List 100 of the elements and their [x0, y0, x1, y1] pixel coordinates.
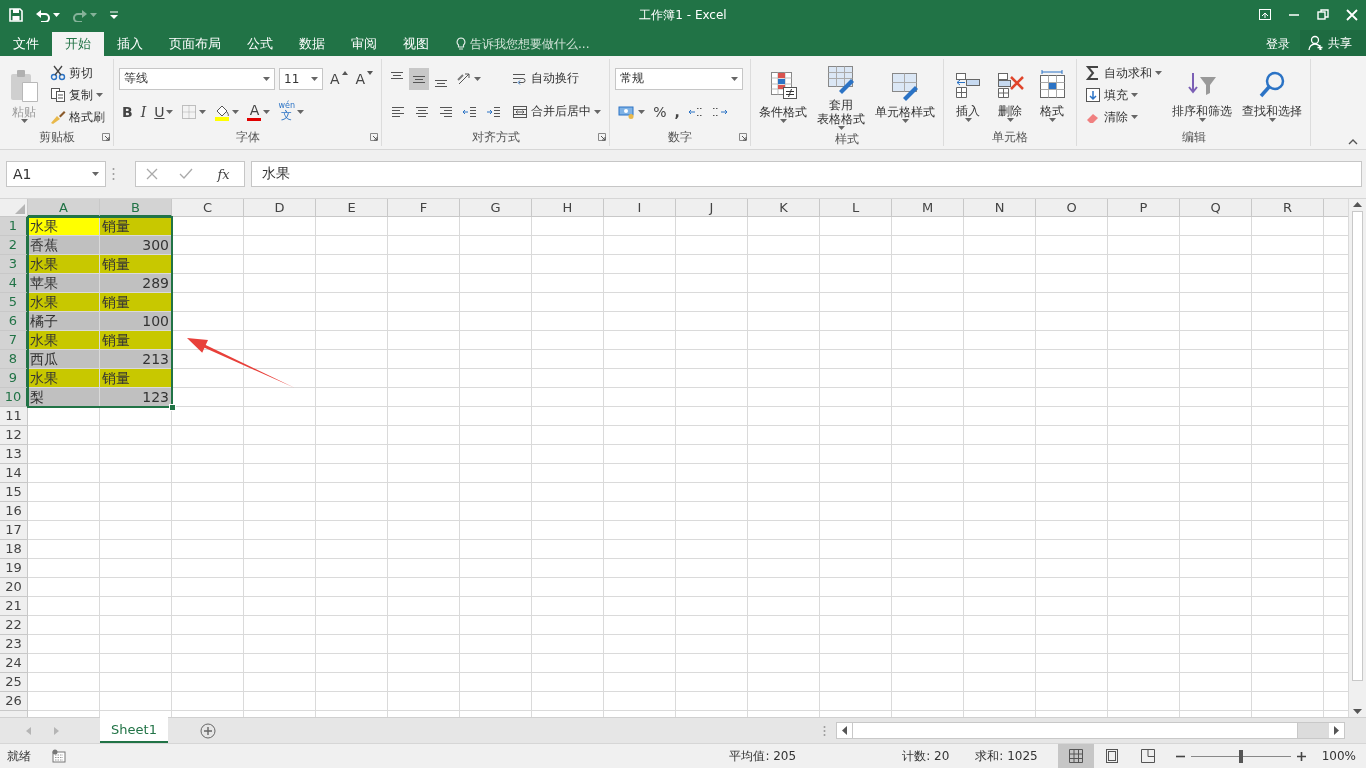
formula-field[interactable]: 水果 [251, 161, 1362, 187]
row-header[interactable]: 2 [0, 236, 28, 255]
insert-function-button[interactable]: fx [213, 166, 234, 182]
row-header[interactable]: 7 [0, 331, 28, 350]
menu-tab[interactable]: 数据 [286, 32, 338, 56]
launcher-icon[interactable] [370, 133, 379, 141]
ribbon-button[interactable]: 删除 [991, 67, 1030, 123]
row-header[interactable]: 11 [0, 407, 28, 426]
view-button[interactable] [1057, 744, 1094, 768]
column-header[interactable]: H [532, 199, 604, 217]
row-header[interactable]: 10 [0, 388, 28, 407]
share-button[interactable]: 共享 [1300, 30, 1366, 56]
ribbon-button[interactable]: 复制 [47, 84, 106, 106]
column-header[interactable]: M [892, 199, 964, 217]
toolbar-button[interactable] [409, 67, 430, 90]
column-header[interactable]: E [316, 199, 388, 217]
column-header[interactable]: N [964, 199, 1036, 217]
dropdown-field[interactable]: 常规 [615, 67, 744, 90]
ribbon-button[interactable]: 查找和选择 [1239, 67, 1306, 123]
row-header[interactable]: 26 [0, 692, 28, 711]
row-header[interactable]: 5 [0, 293, 28, 312]
menu-tab[interactable]: 插入 [104, 32, 156, 56]
launcher-icon[interactable] [739, 133, 748, 141]
row-header[interactable]: 23 [0, 635, 28, 654]
dropdown-field[interactable]: 等线 [119, 67, 275, 90]
ribbon-button[interactable]: 自动换行 [509, 67, 583, 90]
ribbon-button[interactable]: 填充 [1082, 84, 1142, 106]
row-header[interactable]: 17 [0, 521, 28, 540]
launcher-icon[interactable] [102, 133, 110, 141]
row-header[interactable]: 3 [0, 255, 28, 274]
column-header[interactable]: G [460, 199, 532, 217]
ribbon-button[interactable]: 排序和筛选 [1169, 67, 1236, 123]
row-header[interactable]: 19 [0, 559, 28, 578]
column-header[interactable]: D [244, 199, 316, 217]
add-sheet-icon[interactable] [200, 722, 216, 739]
toolbar-button[interactable]: , [671, 100, 683, 123]
scroll-left-button[interactable] [837, 723, 852, 738]
menu-tab[interactable]: 页面布局 [156, 32, 234, 56]
toolbar-button[interactable]: A [327, 67, 351, 90]
scroll-thumb[interactable] [852, 723, 1298, 738]
column-header[interactable]: F [388, 199, 460, 217]
row-header[interactable]: 13 [0, 445, 28, 464]
search-field[interactable]: 告诉我您想要做什么... [470, 37, 670, 51]
horizontal-scrollbar[interactable] [836, 722, 1345, 739]
toolbar-button[interactable]: wén 文 [275, 100, 307, 123]
column-header[interactable]: I [604, 199, 676, 217]
column-header[interactable]: O [1036, 199, 1108, 217]
row-header[interactable]: 12 [0, 426, 28, 445]
dropdown-field[interactable]: 11 [279, 67, 323, 90]
launcher-icon[interactable] [598, 133, 607, 141]
ribbon-button[interactable]: 格式 [1033, 67, 1072, 123]
column-header[interactable]: C [172, 199, 244, 217]
ribbon-button[interactable]: 插入 [949, 67, 988, 123]
ribbon-button[interactable]: 格式刷 [47, 106, 108, 128]
column-header[interactable]: P [1108, 199, 1180, 217]
row-header[interactable]: 14 [0, 464, 28, 483]
row-header[interactable]: 22 [0, 616, 28, 635]
row-header[interactable]: 9 [0, 369, 28, 388]
menu-tab[interactable]: 视图 [390, 32, 442, 56]
toolbar-button[interactable]: B [119, 100, 136, 123]
scroll-up-icon[interactable] [1353, 202, 1362, 207]
ribbon-button[interactable]: 自动求和 [1082, 62, 1166, 84]
row-header[interactable]: 25 [0, 673, 28, 692]
menu-tab[interactable]: 公式 [234, 32, 286, 56]
column-header[interactable]: Q [1180, 199, 1252, 217]
slider-thumb[interactable] [1238, 749, 1243, 763]
menu-tab[interactable]: 开始 [52, 32, 104, 56]
column-header[interactable]: L [820, 199, 892, 217]
ribbon-button[interactable]: 单元格样式 [872, 69, 939, 124]
column-header[interactable]: A [28, 199, 100, 217]
column-header[interactable]: K [748, 199, 820, 217]
row-header[interactable]: 1 [0, 217, 28, 236]
ribbon-button[interactable]: 剪切 [47, 62, 96, 84]
menu-tab[interactable]: 审阅 [338, 32, 390, 56]
row-header[interactable]: 20 [0, 578, 28, 597]
row-header[interactable]: 16 [0, 502, 28, 521]
toolbar-button[interactable]: A [352, 67, 377, 90]
sign-in-link[interactable]: 登录 [1256, 32, 1300, 56]
column-header[interactable]: R [1252, 199, 1324, 217]
scroll-down-icon[interactable] [1353, 709, 1362, 714]
scroll-thumb[interactable] [1352, 211, 1363, 681]
column-header[interactable]: B [100, 199, 172, 217]
column-header[interactable]: J [676, 199, 748, 217]
row-header[interactable]: 15 [0, 483, 28, 502]
row-header[interactable]: 24 [0, 654, 28, 673]
ribbon-button[interactable]: 套用 表格格式 [814, 62, 869, 131]
scroll-right-button[interactable] [1329, 723, 1344, 738]
row-header[interactable]: 8 [0, 350, 28, 369]
row-header[interactable]: 4 [0, 274, 28, 293]
collapse-ribbon-icon[interactable] [1348, 139, 1358, 145]
zoom-in-icon[interactable] [1296, 751, 1306, 761]
sheet-tab[interactable]: Sheet1 [100, 717, 168, 743]
toolbar-button[interactable]: U [151, 100, 177, 123]
toolbar-button[interactable]: I [137, 100, 150, 123]
row-header[interactable]: 6 [0, 312, 28, 331]
ribbon-button[interactable]: 合并后居中 [509, 100, 605, 123]
ribbon-button[interactable]: 清除 [1082, 106, 1142, 128]
row-header[interactable]: 18 [0, 540, 28, 559]
fill-handle[interactable] [169, 404, 176, 411]
menu-tab[interactable]: 文件 [0, 32, 52, 56]
